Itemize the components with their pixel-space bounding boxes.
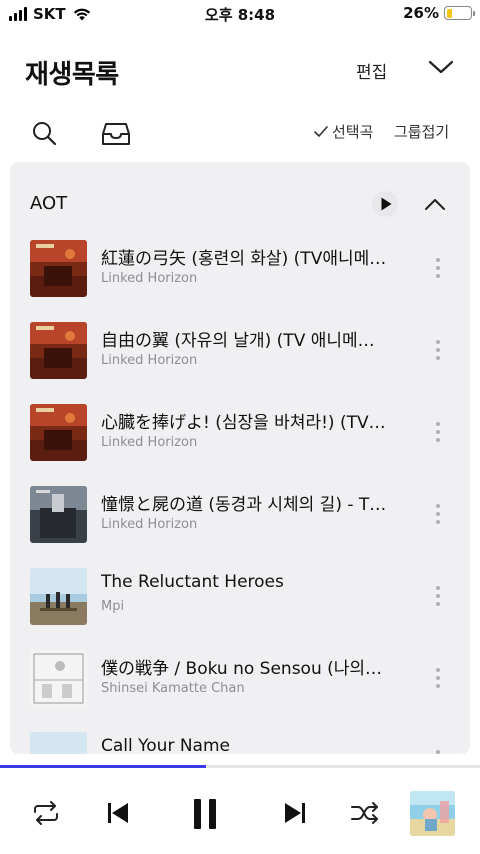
progress-fill xyxy=(0,765,207,768)
album-art-image xyxy=(410,791,455,836)
playlist-group: AOT 紅蓮の弓矢 (홍련의 화살) (TV애니메… Linked Horizon… xyxy=(10,162,470,754)
select-songs-button[interactable]: 선택곡 xyxy=(313,121,373,142)
battery-percent: 26% xyxy=(403,4,439,22)
previous-icon[interactable] xyxy=(106,801,130,825)
chevron-up-icon[interactable] xyxy=(424,197,446,211)
now-playing-album-art[interactable] xyxy=(410,791,455,836)
search-icon[interactable] xyxy=(31,120,57,146)
more-options-icon[interactable] xyxy=(430,584,446,608)
pause-icon[interactable] xyxy=(192,798,218,830)
chevron-down-icon[interactable] xyxy=(428,58,454,76)
more-options-icon[interactable] xyxy=(430,420,446,444)
more-options-icon[interactable] xyxy=(430,502,446,526)
track-title: 心臓を捧げよ! (심장을 바쳐라!) (TV… xyxy=(101,413,386,433)
track-title: Call Your Name xyxy=(101,736,230,754)
track-title: 憧憬と屍の道 (동경과 시체의 길) - T… xyxy=(101,495,387,515)
track-artist: Linked Horizon xyxy=(101,517,198,532)
track-row[interactable]: 僕の戦争 / Boku no Sensou (나의… Shinsei Kamatt… xyxy=(10,648,470,710)
page-title: 재생목록 xyxy=(25,60,119,90)
track-row[interactable]: 憧憬と屍の道 (동경과 시체의 길) - T… Linked Horizon xyxy=(10,484,470,546)
play-all-icon[interactable] xyxy=(370,189,400,219)
track-row[interactable]: The Reluctant Heroes Mpi xyxy=(10,566,470,628)
select-songs-label: 선택곡 xyxy=(332,123,374,141)
status-bar: SKT 오후 8:48 26% xyxy=(0,0,480,30)
edit-button[interactable]: 편집 xyxy=(356,58,387,83)
repeat-icon[interactable] xyxy=(31,800,61,826)
check-icon xyxy=(314,125,328,137)
track-row[interactable]: Call Your Name xyxy=(10,730,470,754)
album-art xyxy=(30,568,87,625)
album-art xyxy=(30,732,87,754)
album-art xyxy=(30,486,87,543)
track-artist: Linked Horizon xyxy=(101,353,198,368)
shuffle-icon[interactable] xyxy=(350,801,380,825)
track-artist: Linked Horizon xyxy=(101,435,198,450)
album-art xyxy=(30,322,87,379)
battery-fill xyxy=(446,8,453,18)
track-artist: Linked Horizon xyxy=(101,271,198,286)
track-artist: Mpi xyxy=(101,599,125,614)
track-title: 紅蓮の弓矢 (홍련의 화살) (TV애니메… xyxy=(101,249,387,269)
track-row[interactable]: 心臓を捧げよ! (심장을 바쳐라!) (TV… Linked Horizon xyxy=(10,402,470,464)
inbox-icon[interactable] xyxy=(101,121,131,147)
track-row[interactable]: 紅蓮の弓矢 (홍련의 화살) (TV애니메… Linked Horizon xyxy=(10,238,470,300)
track-row[interactable]: 自由の翼 (자유의 날개) (TV 애니메… Linked Horizon xyxy=(10,320,470,382)
album-art xyxy=(30,240,87,297)
next-icon[interactable] xyxy=(283,801,307,825)
album-art xyxy=(30,404,87,461)
playlist-name[interactable]: AOT xyxy=(30,193,67,214)
more-options-icon[interactable] xyxy=(430,748,446,754)
more-options-icon[interactable] xyxy=(430,256,446,280)
track-title: 僕の戦争 / Boku no Sensou (나의… xyxy=(101,659,383,679)
group-fold-button[interactable]: 그룹접기 xyxy=(394,121,449,142)
album-art xyxy=(30,650,87,707)
more-options-icon[interactable] xyxy=(430,338,446,362)
more-options-icon[interactable] xyxy=(430,666,446,690)
track-artist: Shinsei Kamatte Chan xyxy=(101,681,245,696)
track-title: 自由の翼 (자유의 날개) (TV 애니메… xyxy=(101,331,375,351)
status-right: 26% xyxy=(403,4,475,22)
track-title: The Reluctant Heroes xyxy=(101,572,284,592)
battery-icon xyxy=(444,6,475,20)
playback-progress[interactable] xyxy=(0,765,480,768)
